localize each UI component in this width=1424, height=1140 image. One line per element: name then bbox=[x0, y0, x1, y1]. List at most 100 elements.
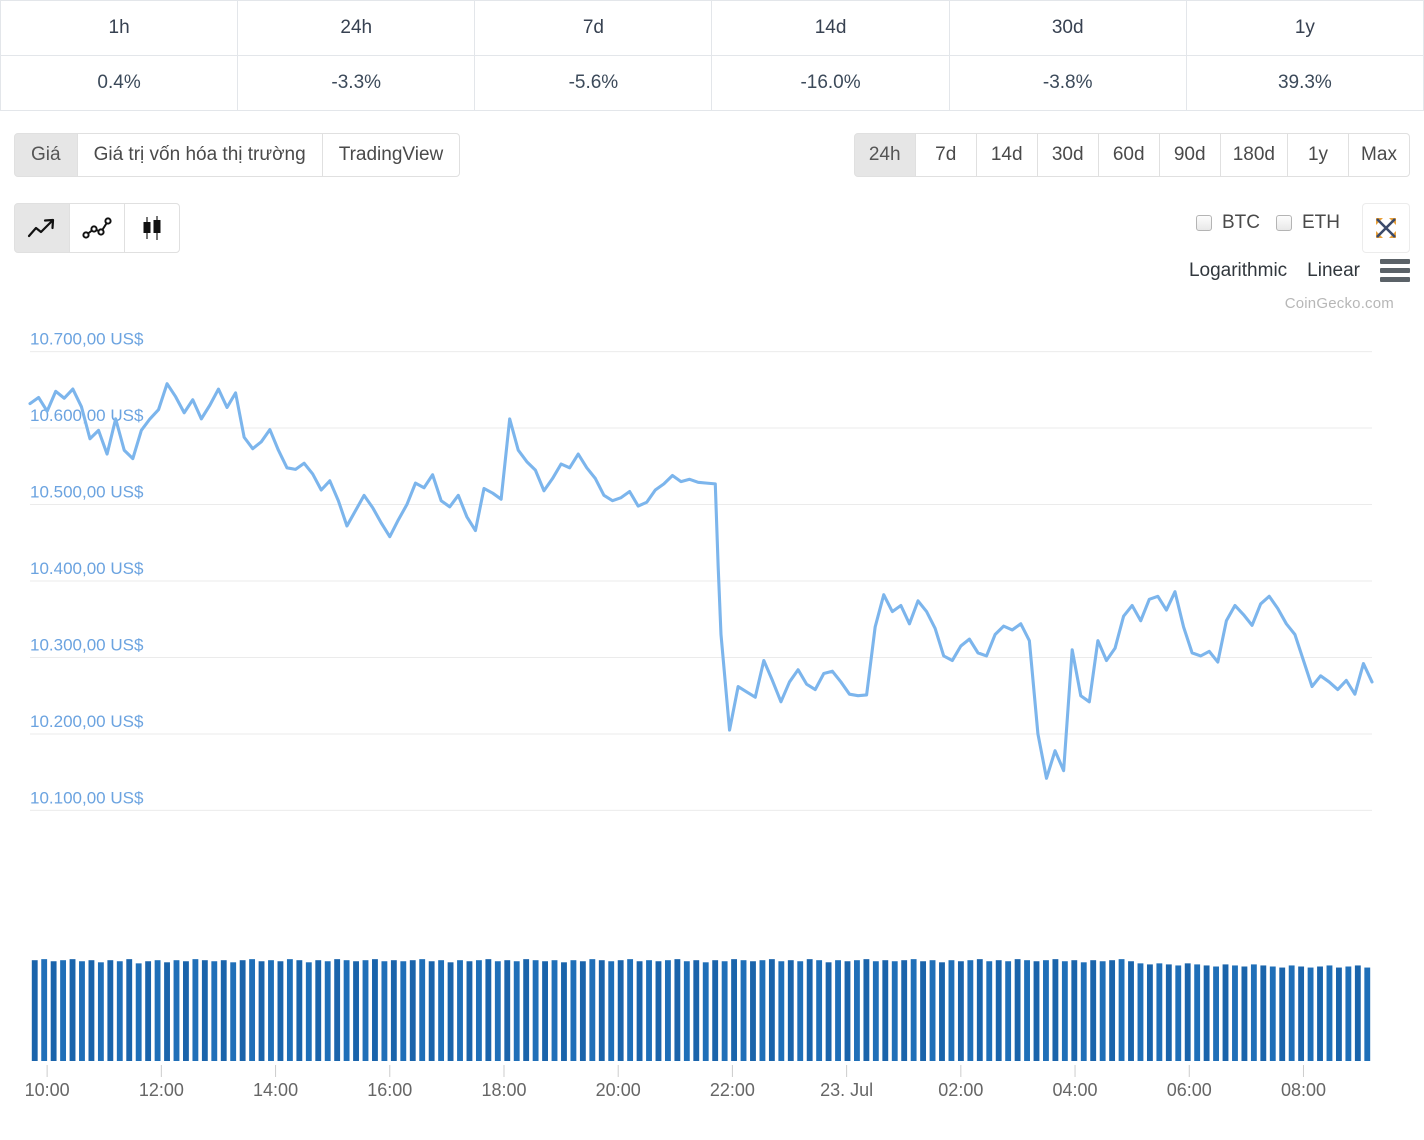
perf-value-1h: 0.4% bbox=[0, 55, 239, 111]
volume-bar bbox=[1279, 967, 1286, 1061]
range-60d[interactable]: 60d bbox=[1097, 133, 1160, 177]
volume-bar bbox=[721, 961, 728, 1061]
volume-bar bbox=[598, 960, 605, 1061]
volume-bar bbox=[589, 959, 596, 1061]
volume-bar bbox=[787, 960, 794, 1061]
volume-bar bbox=[1043, 960, 1049, 1061]
range-max[interactable]: Max bbox=[1348, 133, 1410, 177]
y-axis-label: 10.500,00 US$ bbox=[30, 483, 144, 502]
range-7d[interactable]: 7d bbox=[914, 133, 977, 177]
volume-bar bbox=[50, 961, 57, 1061]
volume-bar bbox=[438, 960, 445, 1061]
volume-bar bbox=[41, 959, 48, 1061]
volume-bar bbox=[891, 961, 898, 1061]
btc-checkbox[interactable] bbox=[1196, 215, 1212, 231]
chart-menu-hamburger-icon[interactable] bbox=[1380, 259, 1410, 282]
perf-header-30d: 30d bbox=[948, 0, 1187, 56]
volume-bar bbox=[551, 960, 558, 1061]
perf-header-1y: 1y bbox=[1185, 0, 1424, 56]
volume-bar bbox=[957, 961, 964, 1061]
volume-bar bbox=[457, 960, 463, 1061]
y-axis-label: 10.300,00 US$ bbox=[30, 635, 144, 654]
volume-bar bbox=[154, 960, 161, 1061]
volume-bar bbox=[683, 961, 690, 1061]
volume-bar bbox=[636, 961, 643, 1061]
volume-bar bbox=[343, 960, 350, 1061]
linear-scale-link[interactable]: Linear bbox=[1307, 260, 1360, 282]
range-1y[interactable]: 1y bbox=[1287, 133, 1349, 177]
chart-x-axis-ticks bbox=[46, 1065, 1304, 1077]
range-90d[interactable]: 90d bbox=[1158, 133, 1221, 177]
volume-bar bbox=[504, 960, 511, 1061]
volume-bar bbox=[1052, 959, 1059, 1061]
tab-price[interactable]: Giá bbox=[14, 133, 78, 177]
volume-bar bbox=[806, 959, 813, 1061]
line-points-icon bbox=[82, 217, 112, 239]
volume-bar bbox=[409, 960, 416, 1061]
volume-bar bbox=[192, 959, 199, 1061]
trend-arrow-icon bbox=[27, 218, 55, 238]
volume-bar bbox=[608, 961, 615, 1061]
volume-bar bbox=[362, 960, 369, 1061]
volume-bar bbox=[183, 961, 189, 1061]
volume-bar bbox=[475, 960, 482, 1061]
volume-bar bbox=[466, 961, 473, 1061]
range-30d[interactable]: 30d bbox=[1036, 133, 1099, 177]
y-axis-label: 10.400,00 US$ bbox=[30, 559, 144, 578]
volume-bar bbox=[1288, 965, 1295, 1061]
chart-gridlines bbox=[30, 351, 1372, 811]
chart-area: 10.700,00 US$ 10.600,00 US$ 10.500,00 US$ 1… bbox=[0, 301, 1424, 1096]
range-14d[interactable]: 14d bbox=[975, 133, 1038, 177]
volume-bar bbox=[315, 960, 322, 1061]
x-axis-label: 02:00 bbox=[938, 1080, 983, 1096]
y-axis-label: 10.700,00 US$ bbox=[30, 330, 144, 349]
chart-type-group bbox=[14, 203, 180, 253]
trend-arrow-icon-button[interactable] bbox=[14, 203, 70, 253]
volume-bar bbox=[1137, 963, 1144, 1061]
coin-compare-toggles: BTC ETH bbox=[1196, 212, 1346, 234]
volume-bar bbox=[986, 961, 993, 1061]
logarithmic-scale-link[interactable]: Logarithmic bbox=[1189, 260, 1287, 282]
tab-tradingview[interactable]: TradingView bbox=[321, 133, 461, 177]
fullscreen-expand-icon bbox=[1376, 218, 1396, 238]
volume-bar bbox=[249, 959, 256, 1061]
x-axis-label: 08:00 bbox=[1281, 1080, 1326, 1096]
btc-label[interactable]: BTC bbox=[1222, 212, 1260, 234]
candlestick-icon-button[interactable] bbox=[124, 203, 180, 253]
perf-value-7d: -5.6% bbox=[474, 55, 713, 111]
volume-bar-series bbox=[31, 959, 1371, 1061]
volume-bar bbox=[258, 961, 265, 1061]
range-180d[interactable]: 180d bbox=[1219, 133, 1288, 177]
tab-market-cap[interactable]: Giá trị vốn hóa thị trường bbox=[76, 133, 323, 177]
volume-bar bbox=[79, 961, 85, 1061]
range-24h[interactable]: 24h bbox=[853, 133, 916, 177]
line-points-icon-button[interactable] bbox=[69, 203, 125, 253]
price-volume-chart[interactable]: 10.700,00 US$10.600,00 US$10.500,00 US$1… bbox=[0, 301, 1424, 1096]
eth-label[interactable]: ETH bbox=[1302, 212, 1340, 234]
volume-bar bbox=[428, 961, 435, 1061]
volume-bar bbox=[372, 959, 378, 1061]
volume-bar bbox=[1345, 966, 1352, 1061]
volume-bar bbox=[863, 959, 870, 1061]
volume-bar bbox=[627, 959, 634, 1061]
volume-bar bbox=[1335, 967, 1342, 1061]
volume-bar bbox=[1307, 967, 1314, 1061]
chart-y-axis-labels: 10.700,00 US$10.600,00 US$10.500,00 US$1… bbox=[30, 330, 144, 808]
fullscreen-button[interactable] bbox=[1362, 203, 1410, 253]
eth-checkbox[interactable] bbox=[1276, 215, 1292, 231]
volume-bar bbox=[1241, 966, 1248, 1061]
x-axis-label: 18:00 bbox=[481, 1080, 526, 1096]
volume-bar bbox=[381, 961, 388, 1061]
volume-bar bbox=[1156, 963, 1163, 1061]
volume-bar bbox=[1118, 959, 1125, 1061]
volume-bar bbox=[523, 959, 530, 1061]
volume-bar bbox=[334, 959, 341, 1061]
volume-bar bbox=[1298, 966, 1305, 1061]
volume-bar bbox=[400, 961, 407, 1061]
volume-bar bbox=[135, 963, 142, 1061]
volume-bar bbox=[305, 962, 312, 1061]
x-axis-label: 20:00 bbox=[596, 1080, 641, 1096]
perf-header-1h: 1h bbox=[0, 0, 239, 56]
volume-bar bbox=[910, 959, 917, 1061]
volume-bar bbox=[579, 961, 586, 1061]
